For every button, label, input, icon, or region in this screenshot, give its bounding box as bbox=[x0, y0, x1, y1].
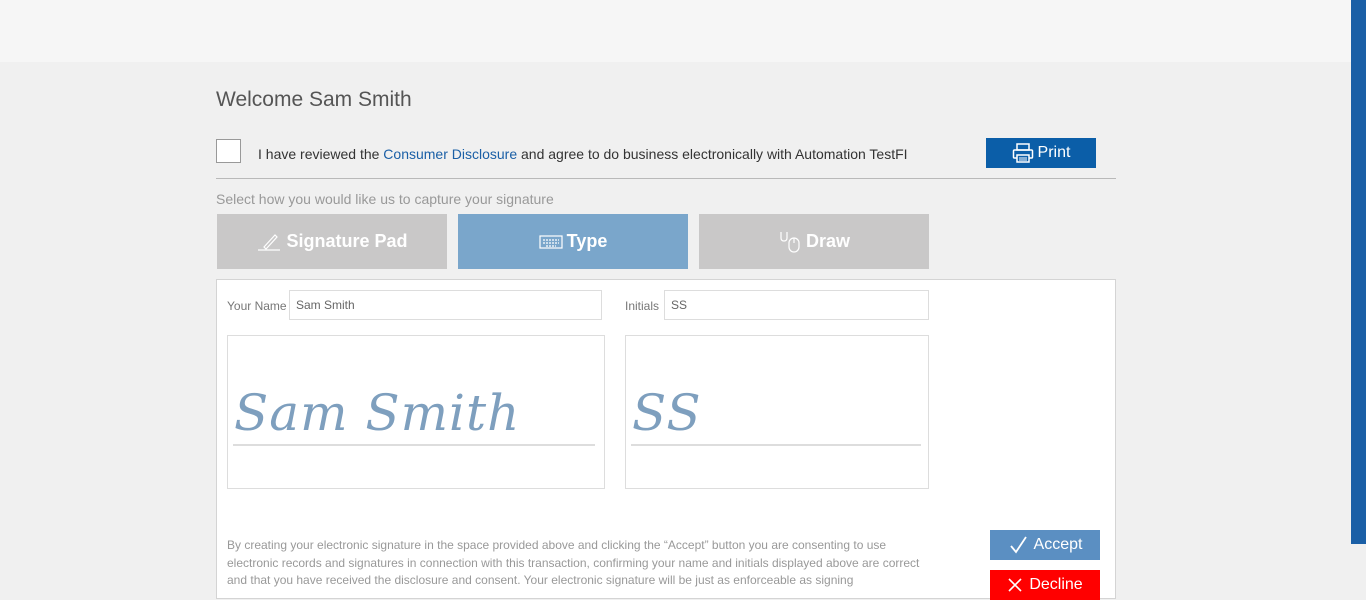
tab-signature-pad[interactable]: Signature Pad bbox=[217, 214, 447, 269]
decline-label: Decline bbox=[1029, 576, 1083, 593]
tab-label: Draw bbox=[805, 231, 850, 251]
disclosure-agreement-text: I have reviewed the Consumer Disclosure … bbox=[258, 146, 908, 162]
right-scroll-bar[interactable] bbox=[1351, 0, 1366, 544]
printer-icon bbox=[1012, 143, 1033, 163]
pen-icon bbox=[258, 233, 281, 251]
keyboard-icon bbox=[539, 234, 563, 249]
initials-preview-text: SS bbox=[632, 384, 702, 442]
signature-preview-text: Sam Smith bbox=[234, 384, 521, 442]
initials-label: Initials bbox=[625, 299, 660, 313]
tab-label: Signature Pad bbox=[286, 231, 408, 251]
print-button[interactable]: Print bbox=[986, 138, 1096, 168]
tab-draw[interactable]: Draw bbox=[699, 214, 929, 269]
mouse-icon bbox=[780, 231, 800, 253]
tab-label: Type bbox=[566, 231, 608, 251]
accept-label: Accept bbox=[1033, 536, 1083, 553]
consumer-disclosure-link[interactable]: Consumer Disclosure bbox=[383, 146, 517, 162]
tab-type[interactable]: Type bbox=[458, 214, 688, 269]
top-bar bbox=[0, 0, 1351, 62]
disclosure-prefix: I have reviewed the bbox=[258, 146, 384, 162]
disclosure-suffix: and agree to do business electronically … bbox=[517, 146, 908, 162]
checkmark-icon bbox=[1009, 536, 1027, 554]
disclosure-checkbox[interactable] bbox=[216, 139, 241, 163]
divider bbox=[216, 178, 1116, 179]
consent-text: By creating your electronic signature in… bbox=[227, 538, 920, 587]
page-title: Welcome Sam Smith bbox=[216, 88, 412, 111]
print-label: Print bbox=[1037, 144, 1071, 161]
signature-baseline bbox=[233, 444, 595, 446]
your-name-input[interactable] bbox=[289, 290, 602, 320]
your-name-label: Your Name bbox=[227, 299, 287, 313]
initials-input[interactable] bbox=[664, 290, 929, 320]
capture-prompt: Select how you would like us to capture … bbox=[216, 191, 554, 207]
close-icon bbox=[1008, 578, 1022, 592]
initials-baseline bbox=[631, 444, 921, 446]
accept-button[interactable]: Accept bbox=[990, 530, 1100, 560]
decline-button[interactable]: Decline bbox=[990, 570, 1100, 600]
